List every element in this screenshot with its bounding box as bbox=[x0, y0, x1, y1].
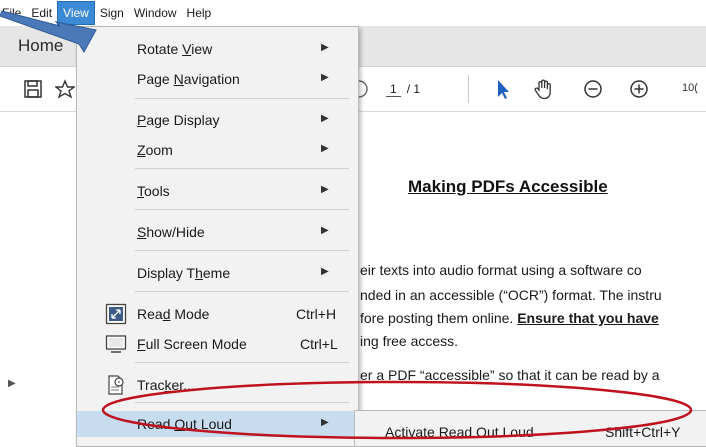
menu-item-read-mode[interactable]: Read Mode Ctrl+H bbox=[77, 301, 358, 327]
menu-window[interactable]: Window bbox=[129, 0, 182, 26]
menu-item-label: Zoom bbox=[137, 142, 173, 158]
menu-separator bbox=[135, 168, 349, 169]
menu-sign[interactable]: Sign bbox=[95, 0, 129, 26]
menu-item-full-screen-mode[interactable]: Full Screen Mode Ctrl+L bbox=[77, 331, 358, 357]
menu-item-read-out-loud[interactable]: Read Out Loud ▶ bbox=[77, 411, 358, 437]
submenu-arrow-icon: ▶ bbox=[321, 113, 329, 124]
full-screen-icon bbox=[105, 335, 127, 353]
zoom-level[interactable]: 10( bbox=[682, 82, 698, 94]
document-line-3: fore posting them online. Ensure that yo… bbox=[360, 310, 659, 326]
submenu-arrow-icon: ▶ bbox=[321, 266, 329, 277]
hand-tool-icon[interactable] bbox=[530, 76, 556, 102]
submenu-item-label: Activate Read Out Loud bbox=[385, 424, 534, 440]
select-cursor-icon[interactable] bbox=[490, 76, 516, 102]
menu-edit[interactable]: Edit bbox=[26, 0, 57, 26]
menu-help[interactable]: Help bbox=[182, 0, 217, 26]
read-mode-icon bbox=[105, 303, 127, 325]
left-panel-expand-icon[interactable]: ▶ bbox=[8, 378, 16, 389]
read-out-loud-submenu: Activate Read Out Loud Shift+Ctrl+Y bbox=[354, 410, 706, 447]
document-line-1: eir texts into audio format using a soft… bbox=[360, 262, 642, 278]
bookmark-star-icon[interactable] bbox=[52, 76, 78, 102]
menu-item-label: Tools bbox=[137, 183, 170, 199]
page-total: / 1 bbox=[406, 82, 421, 96]
document-line-2: nded in an accessible (“OCR”) format. Th… bbox=[360, 287, 662, 303]
menu-separator bbox=[135, 250, 349, 251]
submenu-arrow-icon: ▶ bbox=[321, 184, 329, 195]
page-number-box[interactable]: 1 / 1 bbox=[386, 79, 436, 99]
document-line-5: er a PDF “accessible” so that it can be … bbox=[360, 367, 660, 383]
menu-item-label: Read Out Loud bbox=[137, 416, 232, 432]
menu-separator bbox=[135, 362, 349, 363]
document-line-4: ing free access. bbox=[360, 333, 459, 349]
menu-item-page-navigation[interactable]: Page Navigation ▶ bbox=[77, 66, 358, 92]
menu-item-zoom[interactable]: Zoom ▶ bbox=[77, 137, 358, 163]
zoom-in-icon[interactable] bbox=[626, 76, 652, 102]
submenu-arrow-icon: ▶ bbox=[321, 417, 329, 428]
submenu-arrow-icon: ▶ bbox=[321, 42, 329, 53]
tab-home[interactable]: Home bbox=[18, 36, 63, 56]
menu-separator bbox=[135, 98, 349, 99]
menu-item-label: Show/Hide bbox=[137, 224, 205, 240]
menu-item-tools[interactable]: Tools ▶ bbox=[77, 178, 358, 204]
menu-item-label: Read Mode bbox=[137, 306, 210, 322]
zoom-out-icon[interactable] bbox=[580, 76, 606, 102]
menu-item-rotate-view[interactable]: Rotate View ▶ bbox=[77, 36, 358, 62]
shortcut-activate-read-out-loud: Shift+Ctrl+Y bbox=[605, 424, 681, 440]
submenu-arrow-icon: ▶ bbox=[321, 72, 329, 83]
view-menu: Rotate View ▶ Page Navigation ▶ Page Dis… bbox=[76, 26, 359, 447]
menu-item-label: Full Screen Mode bbox=[137, 336, 247, 352]
menu-item-page-display[interactable]: Page Display ▶ bbox=[77, 107, 358, 133]
menu-separator bbox=[135, 209, 349, 210]
menu-item-label: Display Theme bbox=[137, 265, 231, 281]
submenu-arrow-icon: ▶ bbox=[321, 225, 329, 236]
menu-item-show-hide[interactable]: Show/Hide ▶ bbox=[77, 219, 358, 245]
tracker-icon bbox=[108, 375, 124, 395]
menu-item-tracker[interactable]: Tracker... bbox=[77, 372, 358, 398]
menu-view[interactable]: View bbox=[57, 1, 95, 25]
menu-item-display-theme[interactable]: Display Theme ▶ bbox=[77, 260, 358, 286]
menu-item-label: Tracker... bbox=[137, 377, 195, 393]
save-icon[interactable] bbox=[20, 76, 46, 102]
document-emphasis: Ensure that you have bbox=[517, 310, 659, 326]
menu-separator bbox=[135, 291, 349, 292]
menu-item-label: Rotate View bbox=[137, 41, 213, 57]
menu-item-label: Page Navigation bbox=[137, 71, 240, 87]
toolbar-divider bbox=[468, 75, 469, 103]
shortcut-full-screen: Ctrl+L bbox=[300, 336, 338, 352]
menu-item-label: Page Display bbox=[137, 112, 220, 128]
menu-bar: File Edit View Sign Window Help bbox=[0, 0, 706, 26]
shortcut-read-mode: Ctrl+H bbox=[296, 306, 337, 322]
menu-separator bbox=[135, 402, 349, 403]
menu-file[interactable]: File bbox=[0, 0, 26, 26]
page-current[interactable]: 1 bbox=[386, 82, 401, 97]
document-title: Making PDFs Accessible bbox=[408, 177, 608, 196]
submenu-arrow-icon: ▶ bbox=[321, 143, 329, 154]
